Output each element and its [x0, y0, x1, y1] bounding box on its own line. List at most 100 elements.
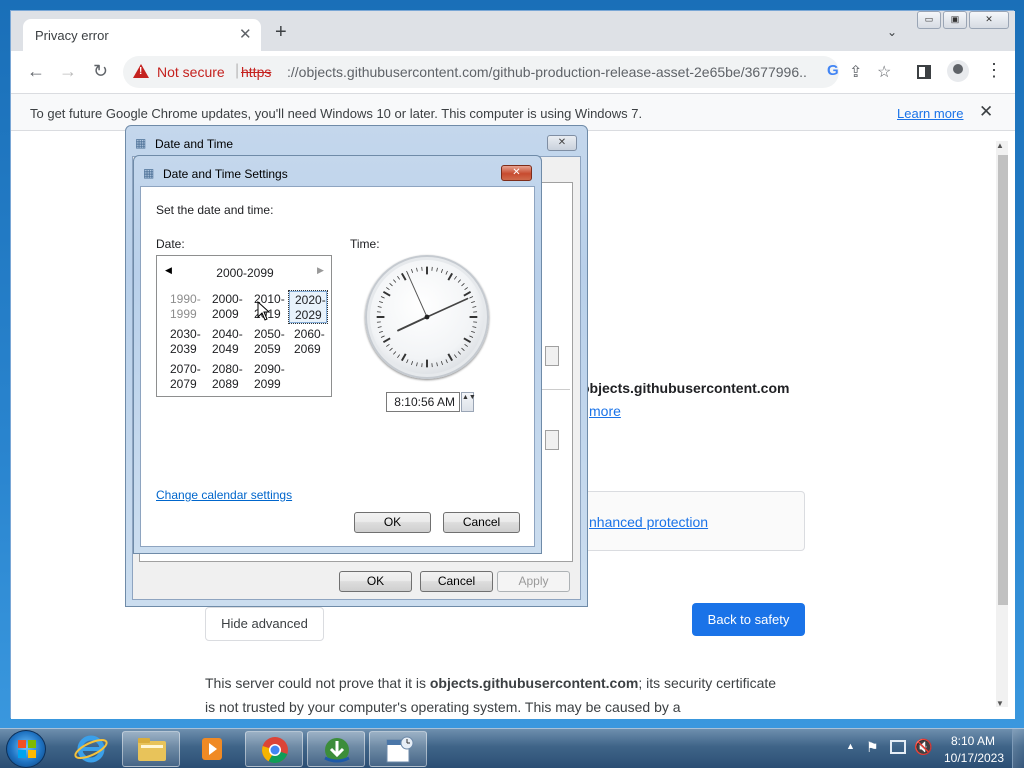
minute-tick	[380, 335, 385, 338]
hide-advanced-button[interactable]: Hide advanced	[205, 607, 324, 641]
decade-cell[interactable]: 2090- 2099	[248, 360, 288, 394]
decade-start: 1990-	[170, 292, 201, 306]
action-center-flag-icon[interactable]: ⚑	[866, 739, 879, 756]
tab-privacy-error[interactable]: Privacy error ✕	[23, 19, 261, 51]
side-panel-icon[interactable]	[917, 65, 931, 79]
apply-button[interactable]: Apply	[497, 571, 570, 592]
decade-cell[interactable]: 2020- 2029	[288, 290, 328, 324]
minute-tick	[416, 267, 418, 272]
hour-tick	[401, 353, 407, 362]
new-tab-icon[interactable]: +	[275, 22, 287, 42]
tray-overflow-icon[interactable]: ▲	[846, 741, 855, 751]
decade-cell[interactable]: 2000- 2009	[206, 290, 246, 324]
enhanced-protection-link[interactable]: nhanced protection	[589, 514, 708, 530]
chrome-icon	[262, 737, 288, 764]
back-to-safety-button[interactable]: Back to safety	[692, 603, 805, 636]
minute-tick	[386, 343, 390, 347]
show-desktop-button[interactable]	[1012, 729, 1024, 768]
change-calendar-settings-link[interactable]: Change calendar settings	[156, 488, 292, 502]
decade-cell[interactable]: 2080- 2089	[206, 360, 246, 394]
decade-cell[interactable]: 2040- 2049	[206, 325, 246, 359]
cancel-button[interactable]: Cancel	[443, 512, 520, 533]
decade-cell[interactable]: 2050- 2059	[248, 325, 288, 359]
calendar-next-icon[interactable]: ▶	[317, 265, 324, 276]
ok-button[interactable]: OK	[354, 512, 431, 533]
decade-start: 2050-	[254, 327, 285, 341]
scroll-up-icon[interactable]: ▲	[996, 141, 1004, 150]
decade-end: 2059	[254, 342, 281, 356]
address-bar[interactable]: ! Not secure | https ://objects.githubus…	[123, 56, 839, 88]
cancel-button[interactable]: Cancel	[420, 571, 493, 592]
volume-muted-icon[interactable]: 🔇	[914, 738, 933, 756]
taskbar-internet-explorer[interactable]	[62, 731, 120, 767]
share-icon[interactable]: ⇪	[849, 62, 862, 82]
hour-tick	[447, 353, 453, 362]
minute-tick	[440, 269, 443, 273]
change-timezone-button-edge[interactable]	[545, 430, 559, 450]
menu-kebab-icon[interactable]: ⋮	[985, 60, 1003, 81]
minute-hand	[426, 297, 469, 318]
decade-cell[interactable]: 2030- 2039	[164, 325, 204, 359]
taskbar-media-player[interactable]	[183, 731, 241, 767]
hour-hand	[397, 316, 428, 332]
hour-tick	[463, 291, 472, 297]
taskbar-clock-date[interactable]: 10/17/2023	[940, 751, 1008, 765]
back-arrow-icon[interactable]: ←	[27, 61, 45, 82]
decade-end: 2049	[212, 342, 239, 356]
profile-avatar-icon[interactable]	[947, 60, 969, 82]
change-date-button-edge[interactable]	[545, 346, 559, 366]
hour-tick	[382, 291, 391, 297]
taskbar-date-time[interactable]	[369, 731, 427, 767]
minute-tick	[411, 361, 414, 365]
time-input[interactable]: 8:10:56 AM	[386, 392, 460, 412]
clock-calendar-icon: ▦	[143, 166, 155, 180]
not-secure-label[interactable]: Not secure	[157, 64, 225, 80]
decade-cell[interactable]: 2070- 2079	[164, 360, 204, 394]
decade-end: 1999	[170, 307, 197, 321]
analog-clock	[365, 255, 489, 379]
dialog-close-button[interactable]: ✕	[547, 135, 577, 151]
internet-explorer-icon	[74, 735, 108, 763]
forward-arrow-icon[interactable]: →	[59, 61, 77, 82]
calendar-control: ◀ 2000-2099 ▶ 1990- 1999 2000- 2009 2010- 201…	[156, 255, 332, 397]
decade-end: 2029	[295, 308, 322, 322]
browser-toolbar: ← → ↻ ! Not secure | https ://objects.gi…	[11, 51, 1015, 93]
taskbar-download-manager[interactable]	[307, 731, 365, 767]
window-maximize-button[interactable]: ▣	[943, 11, 967, 29]
warning-icon[interactable]: !	[133, 64, 149, 78]
network-icon[interactable]	[890, 740, 906, 754]
window-close-button[interactable]: ✕	[969, 11, 1009, 29]
date-label: Date:	[156, 237, 185, 251]
ok-button[interactable]: OK	[339, 571, 412, 592]
hour-tick	[447, 272, 453, 281]
taskbar-clock-time[interactable]: 8:10 AM	[948, 734, 998, 748]
dialog-title: Date and Time	[155, 137, 234, 151]
infobar-close-icon[interactable]: ✕	[979, 102, 993, 122]
minute-tick	[389, 347, 393, 351]
time-spinner[interactable]: ▲▼	[461, 392, 476, 412]
decade-end: 2089	[212, 377, 239, 391]
minute-tick	[393, 279, 397, 283]
tab-close-icon[interactable]: ✕	[239, 25, 252, 43]
start-button[interactable]	[6, 730, 46, 768]
learn-more-link[interactable]: Learn more	[897, 106, 963, 121]
learn-more-link-partial[interactable]: more	[589, 403, 621, 419]
decade-start: 2000-	[212, 292, 243, 306]
taskbar-file-explorer[interactable]	[122, 731, 180, 767]
dialog-close-button[interactable]: ✕	[501, 165, 532, 181]
decade-cell[interactable]: 2060- 2069	[288, 325, 328, 359]
google-lens-icon[interactable]: G	[827, 62, 839, 79]
calendar-header[interactable]: 2000-2099	[157, 266, 333, 280]
tab-search-icon[interactable]: ⌄	[887, 25, 897, 39]
minute-tick	[379, 330, 383, 333]
bookmark-star-icon[interactable]: ☆	[877, 62, 891, 82]
taskbar-chrome[interactable]	[245, 731, 303, 767]
scroll-down-icon[interactable]: ▼	[996, 699, 1004, 708]
minute-tick	[469, 335, 474, 338]
minute-tick	[380, 296, 385, 299]
windows-logo-icon	[18, 740, 36, 758]
window-minimize-button[interactable]: ▭	[917, 11, 941, 29]
decade-cell[interactable]: 1990- 1999	[164, 290, 204, 324]
reload-icon[interactable]: ↻	[93, 61, 108, 82]
scroll-thumb[interactable]	[998, 155, 1008, 605]
